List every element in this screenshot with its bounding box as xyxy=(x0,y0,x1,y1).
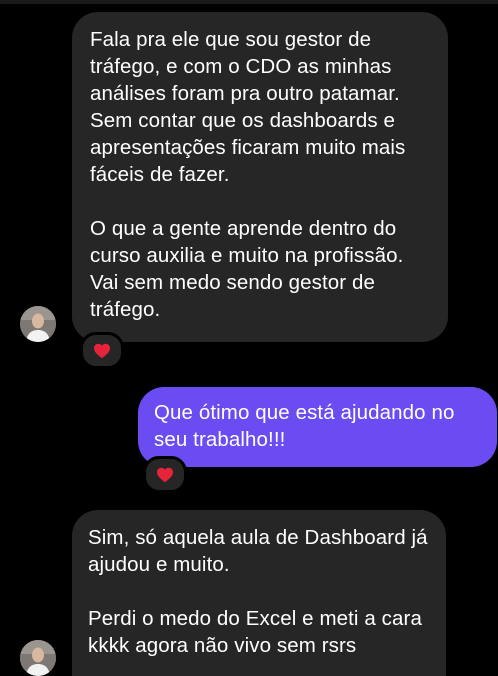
incoming-message-bubble[interactable]: Fala pra ele que sou gestor de tráfego, … xyxy=(72,12,448,342)
incoming-message-bubble[interactable]: Sim, só aquela aula de Dashboard já ajud… xyxy=(72,510,446,676)
message-reaction[interactable] xyxy=(80,332,124,369)
message-text: Fala pra ele que sou gestor de tráfego, … xyxy=(90,28,406,186)
heart-icon xyxy=(93,343,111,359)
message-text: O que a gente aprende dentro do curso au… xyxy=(90,217,404,321)
message-text: Que ótimo que está ajudando no seu traba… xyxy=(154,401,455,451)
outgoing-message-bubble[interactable]: Que ótimo que está ajudando no seu traba… xyxy=(138,387,497,467)
message-text: Sim, só aquela aula de Dashboard já ajud… xyxy=(88,526,428,576)
message-text: Perdi o medo do Excel e meti a cara kkkk… xyxy=(88,607,422,657)
message-reaction[interactable] xyxy=(143,456,187,493)
top-edge-divider xyxy=(0,0,498,4)
avatar[interactable] xyxy=(20,306,56,342)
avatar[interactable] xyxy=(20,640,56,676)
heart-icon xyxy=(156,467,174,483)
